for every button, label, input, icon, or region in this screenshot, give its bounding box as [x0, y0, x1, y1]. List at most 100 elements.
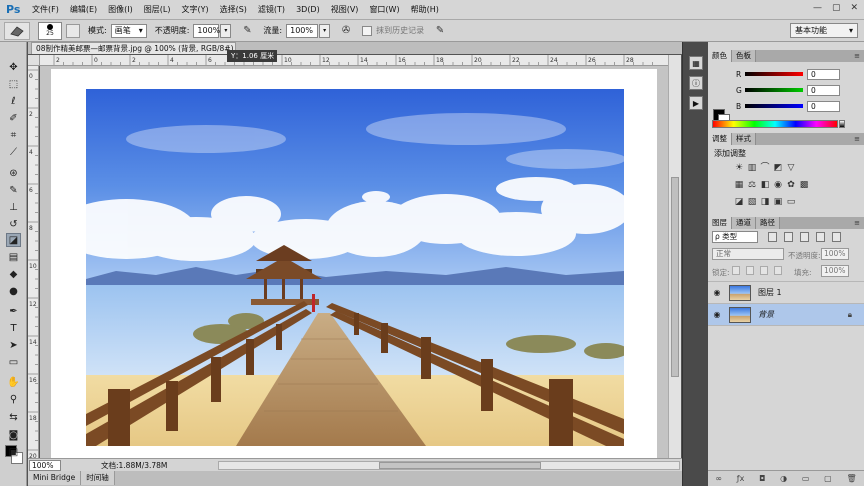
- menu-edit[interactable]: 编辑(E): [70, 4, 97, 15]
- blue-value-input[interactable]: 0: [807, 100, 840, 112]
- flow-input[interactable]: 100%: [286, 23, 319, 38]
- new-layer-icon[interactable]: ▢: [824, 474, 832, 483]
- menu-image[interactable]: 图像(I): [108, 4, 133, 15]
- zoom-tool-icon[interactable]: ⚲: [6, 392, 21, 406]
- blend-mode-select[interactable]: 正常: [712, 248, 784, 260]
- black-white-ramp[interactable]: [839, 120, 845, 128]
- menu-window[interactable]: 窗口(W): [369, 4, 399, 15]
- screen-mode-icon[interactable]: ▣: [6, 445, 21, 459]
- brush-panel-toggle[interactable]: [66, 23, 80, 38]
- visibility-eye-icon[interactable]: ◉: [708, 310, 726, 319]
- eyedropper-tool-icon[interactable]: ⟋: [6, 145, 21, 159]
- vibrance-icon[interactable]: ▽: [786, 163, 796, 173]
- canvas-area[interactable]: [40, 66, 668, 458]
- hue-saturation-icon[interactable]: ▦: [734, 180, 744, 190]
- shape-tool-icon[interactable]: ▭: [6, 355, 21, 369]
- document-canvas[interactable]: [51, 69, 657, 458]
- marquee-tool-icon[interactable]: ⬚: [6, 77, 21, 91]
- minimize-button[interactable]: —: [813, 3, 822, 13]
- tab-layers[interactable]: 图层: [708, 217, 732, 229]
- blur-tool-icon[interactable]: ◆: [6, 267, 21, 281]
- black-white-icon[interactable]: ◧: [760, 180, 770, 190]
- pen-tool-icon[interactable]: ✒: [6, 304, 21, 318]
- filter-smart-object-icon[interactable]: [832, 232, 841, 242]
- new-group-icon[interactable]: ▭: [802, 474, 810, 483]
- layer-opacity-input[interactable]: 100%: [821, 248, 849, 260]
- document-size-info[interactable]: 文档:1.88M/3.78M: [101, 460, 167, 471]
- default-colors-icon[interactable]: ⇆: [6, 410, 21, 424]
- pressure-size-icon[interactable]: ✎: [432, 23, 448, 39]
- close-button[interactable]: ✕: [850, 3, 858, 13]
- menu-type[interactable]: 文字(Y): [181, 4, 208, 15]
- fill-input[interactable]: 100%: [821, 265, 849, 277]
- menu-3d[interactable]: 3D(D): [296, 5, 320, 14]
- history-panel-icon[interactable]: ▦: [689, 56, 703, 70]
- crop-tool-icon[interactable]: ⌗: [6, 128, 21, 142]
- add-mask-icon[interactable]: ◘: [759, 474, 765, 483]
- horizontal-scrollbar[interactable]: [218, 461, 680, 470]
- vertical-scrollbar-thumb[interactable]: [671, 177, 679, 377]
- erase-history-checkbox[interactable]: [362, 25, 373, 36]
- quick-select-tool-icon[interactable]: ✐: [6, 111, 21, 125]
- horizontal-scrollbar-thumb[interactable]: [379, 462, 541, 469]
- maximize-button[interactable]: ▢: [832, 3, 841, 13]
- panel-menu-icon[interactable]: ≡: [854, 217, 860, 229]
- tab-channels[interactable]: 通道: [732, 217, 756, 229]
- path-selection-tool-icon[interactable]: ➤: [6, 338, 21, 352]
- green-value-input[interactable]: 0: [807, 84, 840, 96]
- selective-color-icon[interactable]: ▣: [773, 197, 783, 207]
- layer-style-icon[interactable]: ƒx: [737, 474, 745, 483]
- tab-styles[interactable]: 样式: [732, 133, 756, 145]
- quick-mask-icon[interactable]: ◙: [6, 428, 21, 442]
- link-layers-icon[interactable]: ∞: [715, 474, 722, 483]
- menu-view[interactable]: 视图(V): [331, 4, 359, 15]
- exposure-icon[interactable]: ◩: [773, 163, 783, 173]
- red-value-input[interactable]: 0: [807, 68, 840, 80]
- filter-pixel-icon[interactable]: [768, 232, 777, 242]
- menu-file[interactable]: 文件(F): [32, 4, 59, 15]
- gradient-tool-icon[interactable]: ▤: [6, 250, 21, 264]
- tab-color[interactable]: 颜色: [708, 50, 732, 62]
- dodge-tool-icon[interactable]: ●: [6, 284, 21, 298]
- curves-icon[interactable]: ⌒: [760, 163, 770, 173]
- flow-dropdown[interactable]: ▾: [319, 23, 331, 38]
- color-lookup-icon[interactable]: ▩: [799, 180, 809, 190]
- lock-pixels-icon[interactable]: [746, 266, 754, 275]
- brush-tool-icon[interactable]: ✎: [6, 183, 21, 197]
- invert-icon[interactable]: ◪: [734, 197, 744, 207]
- tab-timeline[interactable]: 时间轴: [81, 471, 115, 485]
- photo-filter-icon[interactable]: ◉: [773, 180, 783, 190]
- tool-preset-picker[interactable]: [4, 21, 30, 40]
- lock-transparency-icon[interactable]: [732, 266, 740, 275]
- airbrush-icon[interactable]: ✇: [338, 23, 354, 39]
- layer-row-layer-1[interactable]: ◉ 图层 1: [708, 281, 864, 303]
- panel-menu-icon[interactable]: ≡: [854, 133, 860, 145]
- posterize-icon[interactable]: ▧: [747, 197, 757, 207]
- menu-help[interactable]: 帮助(H): [411, 4, 439, 15]
- channel-mixer-icon[interactable]: ✿: [786, 180, 796, 190]
- lock-position-icon[interactable]: [760, 266, 768, 275]
- filter-type-icon[interactable]: [800, 232, 809, 242]
- eraser-tool-icon[interactable]: ◪: [6, 233, 21, 247]
- properties-panel-icon[interactable]: ⓘ: [689, 76, 703, 90]
- workspace-switcher[interactable]: 基本功能 ▾: [790, 23, 858, 38]
- tab-swatches[interactable]: 色板: [732, 50, 756, 62]
- pressure-opacity-icon[interactable]: ✎: [239, 23, 255, 39]
- healing-brush-tool-icon[interactable]: ⊛: [6, 166, 21, 180]
- document-tab[interactable]: 08制作精美邮票—邮票背景.jpg @ 100% (背景, RGB/8#) * …: [31, 42, 236, 54]
- move-tool-icon[interactable]: ✥: [6, 60, 21, 74]
- layer-row-background[interactable]: ◉ 背景 🔒︎: [708, 303, 864, 325]
- red-slider[interactable]: [745, 72, 803, 76]
- menu-filter[interactable]: 滤镜(T): [258, 4, 285, 15]
- visibility-eye-icon[interactable]: ◉: [708, 288, 726, 297]
- filter-adjustment-icon[interactable]: [784, 232, 793, 242]
- blue-slider[interactable]: [745, 104, 803, 108]
- type-tool-icon[interactable]: T: [6, 321, 21, 335]
- new-adjustment-icon[interactable]: ◑: [780, 474, 787, 483]
- levels-icon[interactable]: ▥: [747, 163, 757, 173]
- clone-stamp-tool-icon[interactable]: ⊥: [6, 200, 21, 214]
- opacity-input[interactable]: 100%: [193, 23, 220, 38]
- mode-select[interactable]: 画笔 ▾: [110, 23, 147, 38]
- delete-layer-icon[interactable]: 🗑︎: [846, 474, 856, 483]
- lock-all-icon[interactable]: [774, 266, 782, 275]
